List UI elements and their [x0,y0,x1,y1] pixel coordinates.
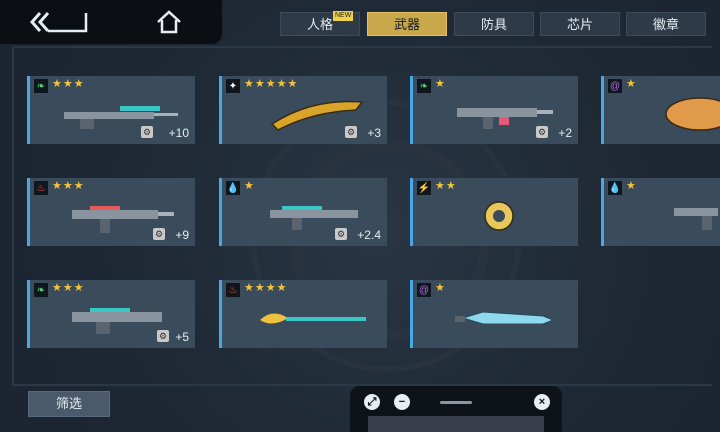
upgrade-icon: ⚙ [141,126,153,138]
weapon-card[interactable]: ⚡ ★★ [410,178,578,246]
spiral-icon: @ [608,79,622,93]
filter-button[interactable]: 筛选 [28,391,110,417]
sword-icon [455,311,555,325]
water-icon: 💧 [608,181,622,195]
tab-label: 芯片 [566,17,593,32]
star-rating: ★★ [435,180,457,192]
weapon-card[interactable]: 💧 ★ [601,178,720,246]
sniper-rifle-icon [64,106,178,129]
upgrade-level: +10 [168,126,189,140]
minimize-icon[interactable]: − [394,394,410,410]
spear-brush-icon [260,313,366,324]
weapon-card[interactable]: ❧ ★ ⚙ +2 [410,76,578,144]
upgrade-level: +3 [367,126,381,140]
star-rating: ★★★★ [244,282,288,294]
star-rating: ★★★★★ [244,78,299,90]
tab-label: 防具 [480,17,507,32]
weapon-card[interactable]: 💧 ★ ⚙ +2.4 [219,178,387,246]
tab-personality[interactable]: 人格 NEW [280,11,360,36]
tab-chips[interactable]: 芯片 [540,12,620,36]
upgrade-icon: ⚙ [157,330,169,342]
filter-label: 筛选 [55,396,82,411]
water-icon: 💧 [226,181,240,195]
fire-icon: ♨ [34,181,48,195]
sparkle-icon: ✦ [226,79,240,93]
tab-badges[interactable]: 徽章 [626,12,706,36]
upgrade-level: +9 [175,228,189,242]
drag-handle[interactable] [440,401,472,404]
new-badge: NEW [333,11,354,21]
upgrade-level: +2.4 [357,228,381,242]
star-rating: ★ [435,282,446,294]
tab-label: 徽章 [652,17,679,32]
top-nav-bar [0,0,222,44]
leaf-icon: ❧ [417,79,431,93]
weapon-card[interactable]: ❧ ★★★ ⚙ +10 [27,76,195,144]
fist-glove-icon [665,97,720,131]
fire-icon: ♨ [226,283,240,297]
frame-line [12,46,712,48]
leaf-icon: ❧ [34,79,48,93]
weapon-card[interactable]: @ ★ [601,76,720,144]
tab-label: 武器 [393,17,420,32]
weapon-card[interactable]: @ ★ [410,280,578,348]
window-preview [368,416,544,432]
upgrade-level: +5 [175,330,189,344]
upgrade-icon: ⚙ [345,126,357,138]
weapon-card[interactable]: ♨ ★★★ ⚙ +9 [27,178,195,246]
weapon-card[interactable]: ✦ ★★★★★ ⚙ +3 [219,76,387,144]
resize-icon[interactable]: ⤢ [364,394,380,410]
frame-line [12,46,14,386]
star-rating: ★ [626,78,637,90]
home-icon[interactable] [156,9,182,35]
tab-weapons[interactable]: 武器 [367,12,447,36]
tab-armor[interactable]: 防具 [454,12,534,36]
weapon-card[interactable]: ♨ ★★★★ [219,280,387,348]
upgrade-icon: ⚙ [536,126,548,138]
close-icon[interactable]: × [534,394,550,410]
weapon-card[interactable]: ❧ ★★★ ⚙ +5 [27,280,195,348]
upgrade-icon: ⚙ [335,228,347,240]
upgrade-icon: ⚙ [153,228,165,240]
star-rating: ★★★ [52,282,85,294]
star-rating: ★★★ [52,78,85,90]
spiral-icon: @ [417,283,431,297]
star-rating: ★ [244,180,255,192]
pistol-icon [674,208,718,230]
star-rating: ★ [626,180,637,192]
shotgun-icon [270,206,358,230]
leaf-icon: ❧ [34,283,48,297]
back-icon[interactable] [30,10,90,34]
tab-label: 人格 [306,17,333,32]
star-rating: ★★★ [52,180,85,192]
drum-launcher-icon [484,201,514,231]
upgrade-level: +2 [558,126,572,140]
floating-window: ⤢ − × [350,386,562,432]
lightning-icon: ⚡ [417,181,431,195]
star-rating: ★ [435,78,446,90]
